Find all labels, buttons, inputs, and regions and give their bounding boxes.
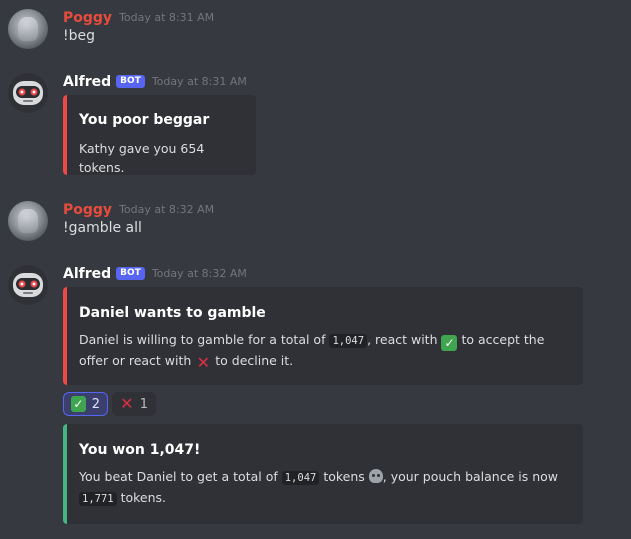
username-alfred[interactable]: Alfred (63, 266, 111, 282)
embed-description: Daniel is willing to gamble for a total … (79, 330, 571, 371)
timestamp[interactable]: Today at 8:32 AM (152, 267, 247, 280)
message-poggy-gamble: Poggy Today at 8:32 AM !gamble all (0, 199, 631, 243)
cross-mark-icon: ✕ (196, 353, 210, 372)
desc-text: , react with (367, 332, 442, 347)
desc-text: tokens (319, 469, 369, 484)
username-alfred[interactable]: Alfred (63, 74, 111, 90)
embed-beg: You poor beggar Kathy gave you 654 token… (63, 95, 256, 175)
skull-icon (368, 469, 383, 483)
poggy-avatar[interactable] (8, 201, 48, 241)
bot-tag: BOT (116, 75, 145, 88)
timestamp[interactable]: Today at 8:32 AM (119, 203, 214, 216)
message-header: Alfred BOT Today at 8:31 AM (63, 71, 247, 91)
amount-code: 1,047 (329, 334, 368, 348)
alfred-avatar[interactable] (8, 73, 48, 113)
check-mark-icon: ✓ (441, 335, 458, 351)
robot-icon (13, 81, 43, 105)
desc-text: , your pouch balance is now (382, 469, 559, 484)
robot-icon (13, 273, 43, 297)
embed-title: You won 1,047! (79, 442, 201, 458)
cross-mark-icon: ✕ (120, 394, 134, 413)
embed-gamble-result: You won 1,047! You beat Daniel to get a … (63, 424, 583, 524)
embed-gamble-offer: Daniel wants to gamble Daniel is willing… (63, 287, 583, 385)
message-header: Poggy Today at 8:31 AM (63, 7, 214, 27)
desc-text: Daniel is willing to gamble for a total … (79, 332, 330, 347)
desc-text: You beat Daniel to get a total of (79, 469, 282, 484)
username-poggy[interactable]: Poggy (63, 202, 112, 218)
bot-tag: BOT (116, 267, 145, 280)
embed-title: Daniel wants to gamble (79, 305, 266, 321)
embed-description: Kathy gave you 654 tokens. (79, 141, 205, 175)
timestamp[interactable]: Today at 8:31 AM (119, 11, 214, 24)
reaction-count: 1 (139, 396, 148, 412)
message-header: Poggy Today at 8:32 AM (63, 199, 214, 219)
reaction-check-mark[interactable]: ✓ 2 (63, 392, 108, 416)
message-poggy-beg: Poggy Today at 8:31 AM !beg (0, 7, 631, 51)
desc-text: to decline it. (211, 353, 294, 368)
message-alfred-beg: Alfred BOT Today at 8:31 AM You poor begga… (0, 71, 631, 181)
message-text: !beg (63, 28, 95, 44)
desc-text: tokens. (116, 490, 167, 505)
username-poggy[interactable]: Poggy (63, 10, 112, 26)
embed-title: You poor beggar (79, 112, 210, 128)
message-text: !gamble all (63, 220, 142, 236)
alfred-avatar[interactable] (8, 265, 48, 305)
check-mark-icon: ✓ (71, 396, 86, 412)
poggy-avatar[interactable] (8, 9, 48, 49)
reaction-count: 2 (91, 396, 100, 412)
embed-description: You beat Daniel to get a total of 1,047 … (79, 467, 571, 509)
amount-code: 1,047 (281, 471, 320, 485)
message-header: Alfred BOT Today at 8:32 AM (63, 263, 247, 283)
reaction-cross-mark[interactable]: ✕ 1 (112, 392, 156, 416)
timestamp[interactable]: Today at 8:31 AM (152, 75, 247, 88)
balance-code: 1,771 (79, 492, 117, 506)
